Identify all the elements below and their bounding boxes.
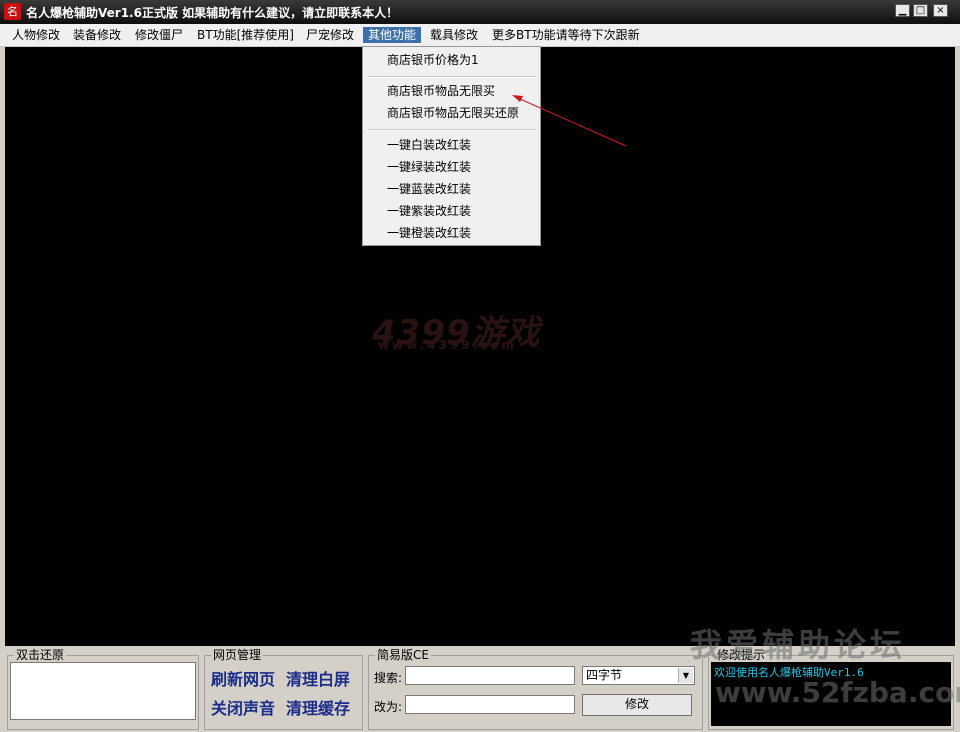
- change-input[interactable]: [405, 695, 575, 714]
- restore-group-title: 双击还原: [14, 648, 67, 662]
- ce-group-title: 简易版CE: [375, 648, 431, 662]
- simple-ce-group: 简易版CE 搜索: 四字节 ▼ 改为: 修改: [368, 648, 703, 730]
- watermark-forum-url: www.52fzba.com: [715, 676, 960, 709]
- value-type-text: 四字节: [586, 668, 623, 682]
- web-group-title: 网页管理: [211, 648, 264, 662]
- search-input[interactable]: [405, 666, 575, 685]
- change-label: 改为:: [374, 700, 403, 714]
- clear-white-screen-button[interactable]: 清理白屏: [286, 666, 350, 690]
- clear-cache-button[interactable]: 清理缓存: [286, 695, 350, 719]
- mute-sound-button[interactable]: 关闭声音: [211, 695, 275, 719]
- refresh-page-button[interactable]: 刷新网页: [211, 666, 275, 690]
- restore-group: 双击还原: [7, 648, 199, 730]
- search-label: 搜索:: [374, 671, 403, 685]
- value-type-select[interactable]: 四字节 ▼: [582, 666, 695, 685]
- chevron-down-icon[interactable]: ▼: [678, 668, 693, 683]
- watermark-forum-name: 我爱辅助论坛: [690, 626, 907, 664]
- web-management-group: 网页管理 刷新网页 清理白屏 关闭声音 清理缓存: [204, 648, 363, 730]
- restore-list[interactable]: [10, 662, 196, 720]
- modify-button[interactable]: 修改: [582, 694, 692, 716]
